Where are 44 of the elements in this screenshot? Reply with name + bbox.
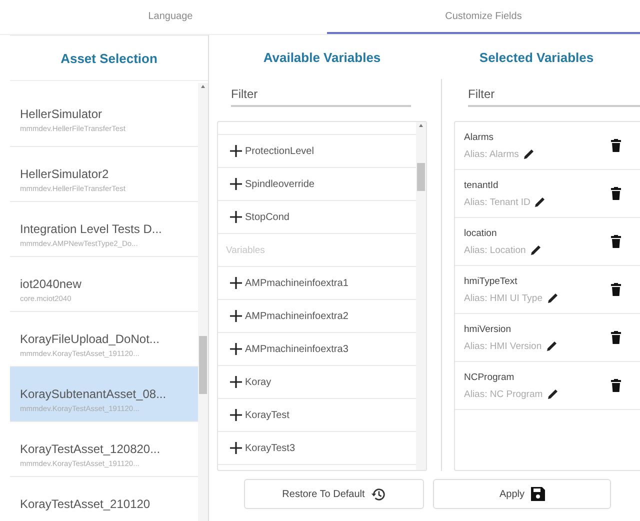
plus-icon [230, 310, 242, 322]
plus-icon [230, 178, 242, 190]
plus-icon [230, 442, 242, 454]
edit-icon[interactable] [535, 197, 546, 207]
plus-icon [230, 211, 242, 223]
column-title: Selected Variables [478, 48, 595, 66]
alias-text: Alias: Location [464, 244, 526, 256]
delete-icon[interactable] [611, 379, 621, 392]
alias-text: Alias: NC Program [464, 388, 543, 400]
edit-icon[interactable] [530, 245, 541, 255]
plus-icon [230, 145, 242, 157]
alias-text: Alias: Tenant ID [464, 196, 530, 208]
apply-button[interactable]: Apply [433, 479, 611, 509]
plus-icon [230, 409, 242, 421]
plus-icon [230, 376, 242, 388]
edit-icon[interactable] [524, 149, 534, 159]
edit-icon[interactable] [548, 389, 558, 399]
alias-text: Alias: Alarms [464, 148, 519, 160]
delete-icon[interactable] [611, 235, 621, 248]
edit-icon[interactable] [548, 293, 558, 303]
tab[interactable]: Language [14, 0, 327, 34]
scrollbar[interactable] [198, 83, 208, 521]
variable-name: hmiVersion [464, 324, 511, 334]
tab[interactable]: Customize Fields [327, 0, 640, 34]
scrollbar[interactable] [416, 122, 426, 470]
plus-icon [230, 343, 242, 355]
delete-icon[interactable] [611, 187, 621, 200]
delete-icon[interactable] [611, 331, 621, 344]
delete-icon[interactable] [611, 139, 621, 152]
variable-name: tenantId [464, 180, 498, 190]
save-icon [530, 487, 544, 501]
variable-name: Alarms [464, 132, 494, 142]
variable-name: NCProgram [464, 372, 514, 382]
column-title: Available Variables [262, 48, 382, 66]
history-icon [370, 486, 386, 502]
plus-icon [230, 277, 242, 289]
variable-name: location [464, 228, 497, 238]
restore-button[interactable]: Restore To Default [244, 479, 424, 509]
variable-name: hmiTypeText [464, 276, 518, 286]
column-title: Asset Selection [10, 35, 208, 81]
alias-text: Alias: HMI Version [464, 340, 542, 352]
alias-text: Alias: HMI UI Type [464, 292, 542, 304]
edit-icon[interactable] [546, 341, 557, 351]
delete-icon[interactable] [611, 283, 621, 296]
